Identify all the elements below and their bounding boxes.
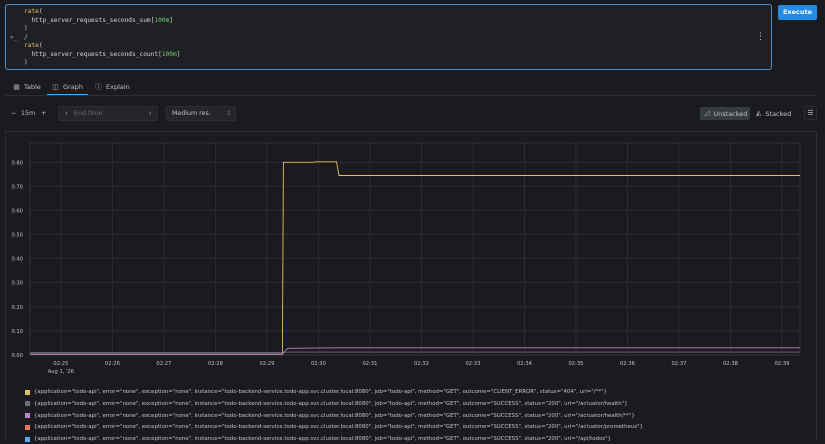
- x-tick-label: 02:30: [311, 361, 326, 367]
- y-tick-label: 0.80: [11, 160, 23, 166]
- legend-label: {application="todo-api", error="none", e…: [34, 412, 635, 419]
- x-tick-label: 02:39: [774, 361, 789, 367]
- y-tick-label: 0.40: [11, 257, 23, 263]
- x-tick-label: 02:33: [465, 361, 480, 367]
- legend-item[interactable]: {application="todo-api", error="none", e…: [25, 434, 611, 444]
- x-tick-label: 02:38: [723, 361, 738, 367]
- legend-swatch: [25, 413, 30, 419]
- x-tick-label: 02:37: [671, 361, 686, 367]
- legend-item[interactable]: {application="todo-api", error="none", e…: [25, 387, 607, 397]
- y-tick-label: 0.00: [11, 353, 23, 359]
- y-tick-label: 0.20: [11, 305, 23, 311]
- x-tick-label: 02:34: [517, 361, 533, 367]
- series-line: [30, 347, 800, 355]
- x-tick-label: 02:35: [568, 361, 583, 367]
- series-line: [30, 161, 800, 355]
- line-chart[interactable]: 0.00 0.10 0.20 0.30 0.40 0.50 0.60 0.70 0.80 02:2…: [0, 0, 825, 441]
- x-tick-label: 02:36: [620, 361, 635, 367]
- y-tick-label: 0.60: [11, 208, 23, 214]
- y-tick-label: 0.10: [11, 329, 23, 335]
- x-tick-label: 02:32: [414, 361, 429, 367]
- x-date-label: Aug 1, '26: [48, 369, 74, 375]
- legend-item[interactable]: {application="todo-api", error="none", e…: [25, 411, 635, 421]
- legend-swatch: [25, 401, 30, 407]
- legend-swatch: [25, 424, 30, 430]
- y-tick-label: 0.70: [11, 184, 23, 190]
- x-tick-label: 02:25: [53, 361, 68, 367]
- legend-swatch: [25, 389, 30, 395]
- legend-item[interactable]: {application="todo-api", error="none", e…: [25, 399, 628, 409]
- x-tick-label: 02:26: [105, 361, 120, 367]
- legend-label: {application="todo-api", error="none", e…: [34, 389, 607, 395]
- x-tick-label: 02:31: [362, 361, 377, 367]
- x-tick-label: 02:29: [259, 361, 274, 367]
- x-tick-label: 02:28: [208, 361, 223, 367]
- x-tick-label: 02:27: [156, 361, 171, 367]
- y-tick-label: 0.30: [11, 281, 23, 287]
- legend-label: {application="todo-api", error="none", e…: [34, 436, 611, 443]
- legend-label: {application="todo-api", error="none", e…: [34, 424, 644, 431]
- series-line: [30, 351, 800, 354]
- legend-item[interactable]: {application="todo-api", error="none", e…: [25, 422, 643, 432]
- plot-area: [29, 142, 801, 356]
- y-tick-label: 0.50: [11, 233, 23, 239]
- legend-label: {application="todo-api", error="none", e…: [34, 400, 628, 407]
